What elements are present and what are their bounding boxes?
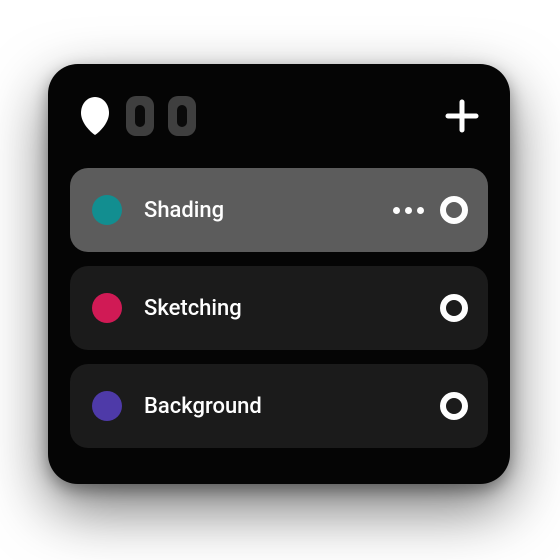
layer-row-background[interactable]: Background <box>70 364 488 448</box>
layers-list: Shading Sketching Background <box>70 168 488 448</box>
layer-row-shading[interactable]: Shading <box>70 168 488 252</box>
card-slot-icon-2[interactable] <box>168 96 196 136</box>
layer-row-sketching[interactable]: Sketching <box>70 266 488 350</box>
layer-label: Background <box>144 394 440 419</box>
color-swatch <box>92 195 122 225</box>
visibility-toggle[interactable] <box>440 392 468 420</box>
add-layer-button[interactable] <box>442 96 482 136</box>
layer-label: Shading <box>144 198 393 223</box>
card-slot-icon-1[interactable] <box>126 96 154 136</box>
visibility-toggle[interactable] <box>440 196 468 224</box>
toolbar <box>70 88 488 144</box>
layer-label: Sketching <box>144 296 440 321</box>
layers-panel: Shading Sketching Background <box>48 64 510 484</box>
balloon-icon[interactable] <box>78 95 112 137</box>
color-swatch <box>92 391 122 421</box>
color-swatch <box>92 293 122 323</box>
more-options-icon[interactable] <box>393 207 424 214</box>
visibility-toggle[interactable] <box>440 294 468 322</box>
